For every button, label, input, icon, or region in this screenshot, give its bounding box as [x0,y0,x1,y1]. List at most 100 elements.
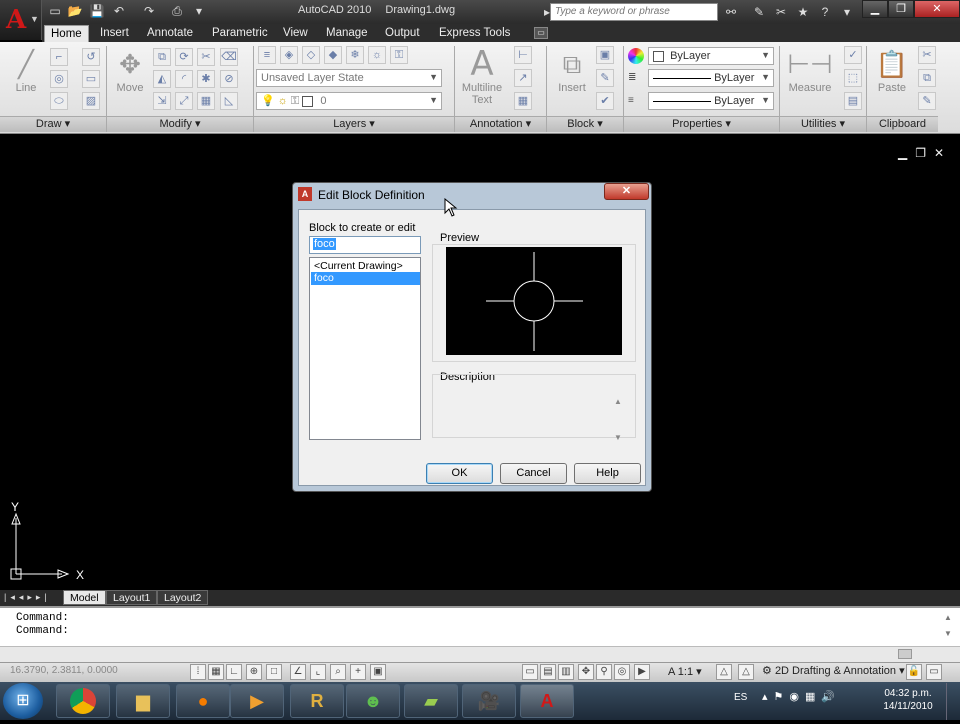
clean-screen-icon[interactable]: ▭ [926,664,942,680]
help-icon[interactable]: ? [816,3,834,21]
horizontal-scrollbar[interactable] [0,646,960,662]
measure-button[interactable]: ⊢⊣ Measure [784,46,836,108]
dimension-icon[interactable]: ⊢ [514,46,532,64]
zoom-icon[interactable]: ⚲ [596,664,612,680]
customize-dropdown-icon[interactable]: ▾ [190,3,208,20]
workspace-switch[interactable]: ⚙ 2D Drafting & Annotation ▾ [762,664,905,677]
annotation-scale[interactable]: A 1:1 ▾ [668,665,702,678]
system-tray[interactable]: ▴⚑◉▦🔊 [762,690,841,703]
circle-icon[interactable]: ◎ [50,70,68,88]
polar-icon[interactable]: ⊕ [246,664,262,680]
tab-parametric[interactable]: Parametric [206,25,274,42]
explorer-taskbar-button[interactable]: ▆ [116,684,170,718]
linetype-select[interactable]: ByLayer ▼ [648,69,774,87]
panel-draw[interactable]: Draw ▾ [0,116,106,132]
clock[interactable]: 04:32 p.m. 14/11/2010 [876,687,940,713]
show-hidden-icon[interactable]: ▴ [762,691,774,703]
redo-icon[interactable]: ↷ [140,3,158,20]
block-editor-icon[interactable]: ✎ [596,69,614,87]
autocad-taskbar-button[interactable]: A [520,684,574,718]
chrome-taskbar-button[interactable] [56,684,110,718]
panel-clipboard[interactable]: Clipboard [867,116,938,132]
break-icon[interactable]: ◺ [220,92,238,110]
table-icon[interactable]: ▦ [514,92,532,110]
quick-view-drawings-icon[interactable]: ▥ [558,664,574,680]
mirror-icon[interactable]: ◭ [153,70,171,88]
insert-button[interactable]: ⧉ Insert [548,46,596,108]
pan-icon[interactable]: ✥ [578,664,594,680]
network-icon[interactable]: ▦ [805,691,821,703]
auto-scale-icon[interactable]: △ [738,664,754,680]
paste-button[interactable]: 📋 Paste [868,46,916,108]
osnap-icon[interactable]: □ [266,664,282,680]
ortho-icon[interactable]: ∟ [226,664,242,680]
volume-icon[interactable]: 🔊 [821,691,841,703]
scale-icon[interactable]: ⤢ [175,92,193,110]
erase-icon[interactable]: ⌫ [220,48,238,66]
lineweight-toggle-icon[interactable]: + [350,664,366,680]
ok-button[interactable]: OK [426,463,493,484]
lineweight-select[interactable]: ByLayer ▼ [648,92,774,110]
calculator-icon[interactable]: ▤ [844,92,862,110]
copy-clip-icon[interactable]: ⧉ [918,69,936,87]
array-icon[interactable]: ▦ [197,92,215,110]
ribbon-minimize-icon[interactable]: ▭ [534,27,548,39]
cancel-button[interactable]: Cancel [500,463,567,484]
start-button[interactable]: ⊞ [3,683,43,719]
attribute-icon[interactable]: ✔ [596,92,614,110]
dialog-close-button[interactable]: ✕ [604,183,649,200]
toolbar-lock-icon[interactable]: 🔓 [906,664,922,680]
new-icon[interactable]: ▭ [46,3,64,20]
help-dropdown-icon[interactable]: ▾ [838,3,856,21]
panel-modify[interactable]: Modify ▾ [107,116,253,132]
layer-state-icon[interactable]: ◈ [280,46,298,64]
layer-isolate-icon[interactable]: ◇ [302,46,320,64]
layer-properties-icon[interactable]: ≡ [258,46,276,64]
arc-icon[interactable]: ↺ [82,48,100,66]
layer-unisolate-icon[interactable]: ◆ [324,46,342,64]
quick-select-icon[interactable]: ✓ [844,46,862,64]
rectangle-icon[interactable]: ▭ [82,70,100,88]
favorites-icon[interactable]: ★ [794,3,812,21]
match-properties-icon[interactable]: ✎ [918,92,936,110]
save-icon[interactable]: 💾 [88,3,106,20]
polyline-icon[interactable]: ⌐ [50,48,68,66]
tab-layout2[interactable]: Layout2 [157,590,209,605]
layer-select[interactable]: 💡 ☼ ⚿ 0 ▼ [256,92,442,110]
close-button[interactable]: ✕ [914,0,960,18]
qp-icon[interactable]: ▣ [370,664,386,680]
layout-nav-arrows[interactable]: |◂◂▸▸| [4,592,51,603]
print-icon[interactable]: ⎙ [168,3,186,20]
dyn-icon[interactable]: ⌕ [330,664,346,680]
layer-off-icon[interactable]: ☼ [368,46,386,64]
application-menu-button[interactable]: A ▼ [0,0,42,40]
tab-express-tools[interactable]: Express Tools [433,25,516,42]
layer-state-select[interactable]: Unsaved Layer State ▼ [256,69,442,87]
rotate-icon[interactable]: ⟳ [175,48,193,66]
move-button[interactable]: ✥ Move [106,46,154,108]
tab-model[interactable]: Model [63,590,106,605]
panel-annotation[interactable]: Annotation ▾ [455,116,546,132]
multiline-text-button[interactable]: A Multiline Text [456,46,508,108]
app-green-taskbar-button[interactable]: ▰ [404,684,458,718]
trim-icon[interactable]: ✂ [197,48,215,66]
layer-lock-icon[interactable]: ⚿ [390,46,408,64]
tab-view[interactable]: View [277,25,314,42]
binoculars-icon[interactable]: ⚯ [722,3,740,21]
description-scrollbar[interactable]: ▲ ▼ [614,384,622,456]
undo-icon[interactable]: ↶ [110,3,128,20]
drawing-window-controls[interactable]: ▁❐✕ [898,146,952,160]
tab-insert[interactable]: Insert [94,25,135,42]
layer-freeze-icon[interactable]: ❄ [346,46,364,64]
snap-icon[interactable]: ⁞ [190,664,206,680]
offset-icon[interactable]: ⊘ [220,70,238,88]
ellipse-icon[interactable]: ⬭ [50,92,68,110]
tab-home[interactable]: Home [44,25,89,42]
panel-layers[interactable]: Layers ▾ [254,116,454,132]
hatch-icon[interactable]: ▨ [82,92,100,110]
panel-properties[interactable]: Properties ▾ [624,116,779,132]
messenger-taskbar-button[interactable]: ☻ [346,684,400,718]
annotation-visibility-icon[interactable]: △ [716,664,732,680]
create-block-icon[interactable]: ▣ [596,46,614,64]
show-desktop-button[interactable] [946,683,960,720]
